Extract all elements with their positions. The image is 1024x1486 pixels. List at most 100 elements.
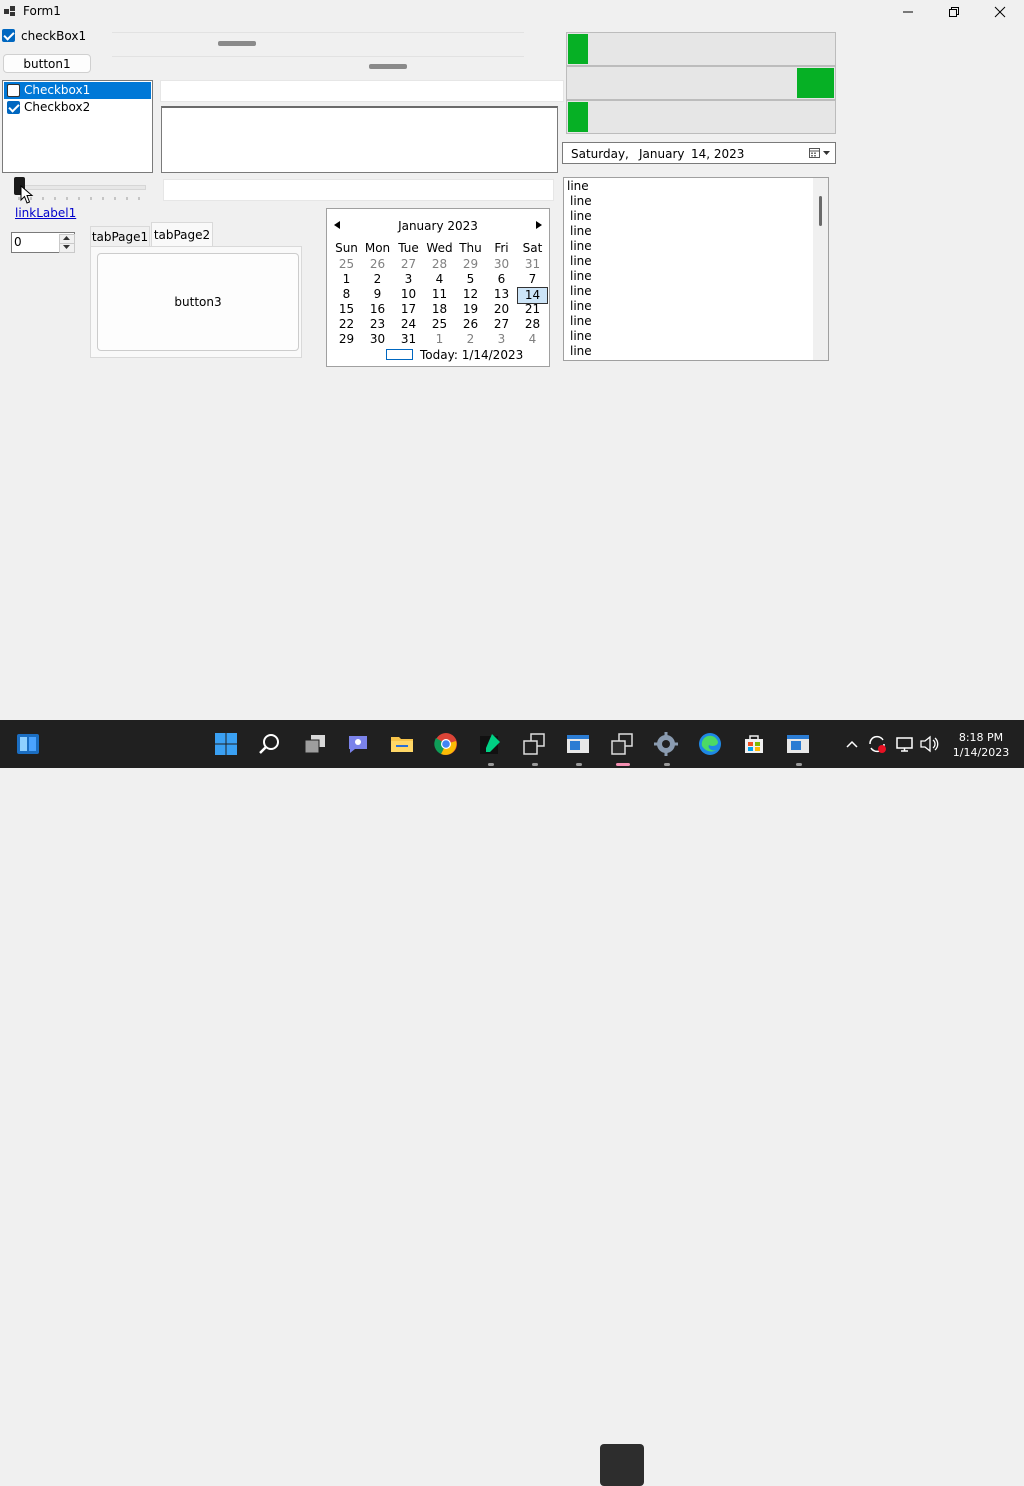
list-item[interactable]: line	[570, 284, 592, 299]
calendar-day[interactable]: 20	[486, 302, 517, 317]
calendar-day[interactable]: 30	[486, 257, 517, 272]
checkbox1[interactable]: checkBox1	[2, 29, 86, 43]
active-app-icon[interactable]	[610, 732, 634, 756]
teams-chat-icon[interactable]	[346, 732, 370, 756]
app-icon[interactable]	[786, 732, 810, 756]
hscrollbar-2-track[interactable]	[112, 56, 524, 57]
list-scrollbar-thumb[interactable]	[819, 196, 822, 226]
numeric-down-button[interactable]	[59, 243, 75, 253]
list-item[interactable]: line	[570, 194, 592, 209]
task-view-icon[interactable]	[303, 732, 327, 756]
checked-list-item-1-box[interactable]	[7, 84, 20, 97]
tab-page2[interactable]: tabPage2	[151, 222, 213, 246]
calendar-day[interactable]: 25	[331, 257, 362, 272]
calendar-day[interactable]: 17	[393, 302, 424, 317]
calendar-day[interactable]: 28	[424, 257, 455, 272]
hscrollbar-2-thumb[interactable]	[369, 64, 407, 69]
calendar-day[interactable]: 15	[331, 302, 362, 317]
calendar-day[interactable]: 7	[517, 272, 548, 287]
calendar-day[interactable]: 29	[455, 257, 486, 272]
calendar-day[interactable]: 28	[517, 317, 548, 332]
list-scrollbar[interactable]	[813, 178, 828, 360]
list-item[interactable]: line	[570, 344, 592, 359]
chevron-up-icon[interactable]	[842, 732, 862, 756]
calendar-day[interactable]: 1	[331, 272, 362, 287]
calendar-day[interactable]: 1	[424, 332, 455, 347]
calendar-today[interactable]: Today: 1/14/2023	[420, 348, 523, 362]
calendar-day[interactable]: 26	[362, 257, 393, 272]
app-window-icon[interactable]	[522, 732, 546, 756]
calendar-day[interactable]: 27	[393, 257, 424, 272]
list-item[interactable]: line	[570, 329, 592, 344]
date-time-picker[interactable]: Saturday , January 14, 2023	[562, 142, 836, 164]
store-icon[interactable]	[742, 732, 766, 756]
chrome-icon[interactable]	[434, 732, 458, 756]
calendar-day[interactable]: 6	[486, 272, 517, 287]
form-app-icon[interactable]	[566, 732, 590, 756]
month-calendar[interactable]: January 2023 Sun Mon Tue Wed Thu Fri Sat…	[326, 208, 550, 367]
calendar-day[interactable]: 31	[517, 257, 548, 272]
calendar-day[interactable]: 23	[362, 317, 393, 332]
button3[interactable]: button3	[97, 253, 299, 351]
calendar-day[interactable]: 19	[455, 302, 486, 317]
calendar-day[interactable]: 22	[331, 317, 362, 332]
calendar-day[interactable]: 24	[393, 317, 424, 332]
volume-icon[interactable]	[918, 732, 940, 756]
calendar-day[interactable]: 27	[486, 317, 517, 332]
list-item[interactable]: line	[570, 224, 592, 239]
list-item[interactable]: line	[567, 179, 589, 194]
calendar-day[interactable]: 2	[455, 332, 486, 347]
list-item[interactable]: line	[570, 299, 592, 314]
network-icon[interactable]	[894, 732, 916, 756]
widgets-icon[interactable]	[16, 732, 40, 756]
search-icon[interactable]	[258, 732, 282, 756]
close-button[interactable]	[977, 0, 1023, 23]
checked-list-item-2[interactable]: Checkbox2	[4, 100, 151, 117]
minimize-button[interactable]	[885, 0, 931, 23]
checked-list-item-2-box[interactable]	[7, 101, 20, 114]
list-box[interactable]: line line line line line line line line …	[563, 177, 829, 361]
numeric-updown[interactable]: 0	[11, 232, 75, 253]
calendar-day[interactable]: 5	[455, 272, 486, 287]
calendar-day[interactable]: 26	[455, 317, 486, 332]
taskbar-clock[interactable]: 8:18 PM 1/14/2023	[945, 730, 1017, 760]
calendar-title[interactable]: January 2023	[327, 219, 549, 233]
notepad-icon[interactable]	[478, 732, 502, 756]
link-label[interactable]: linkLabel1	[15, 206, 76, 220]
settings-icon[interactable]	[654, 732, 678, 756]
list-item[interactable]: line	[570, 269, 592, 284]
checked-list-item-1[interactable]: Checkbox1	[4, 82, 151, 99]
calendar-day[interactable]: 30	[362, 332, 393, 347]
calendar-day[interactable]: 25	[424, 317, 455, 332]
title-bar[interactable]: Form1	[0, 0, 1024, 23]
date-picker-dropdown-button[interactable]	[807, 145, 833, 161]
textbox2[interactable]	[163, 179, 554, 201]
calendar-day[interactable]: 4	[424, 272, 455, 287]
list-item[interactable]: line	[570, 209, 592, 224]
hscrollbar-1-thumb[interactable]	[218, 41, 256, 46]
list-item[interactable]: line	[570, 314, 592, 329]
calendar-next-icon[interactable]	[536, 221, 542, 229]
textbox1[interactable]	[160, 80, 564, 102]
calendar-day[interactable]: 31	[393, 332, 424, 347]
hscrollbar-1-track[interactable]	[112, 32, 524, 33]
calendar-day[interactable]: 3	[393, 272, 424, 287]
calendar-day[interactable]: 29	[331, 332, 362, 347]
tab-page1[interactable]: tabPage1	[90, 226, 150, 246]
list-item[interactable]: line	[570, 239, 592, 254]
list-item[interactable]: line	[570, 254, 592, 269]
file-explorer-icon[interactable]	[390, 732, 414, 756]
calendar-day[interactable]: 21	[517, 302, 548, 317]
start-icon[interactable]	[214, 732, 238, 756]
calendar-day[interactable]: 4	[517, 332, 548, 347]
calendar-day[interactable]: 18	[424, 302, 455, 317]
checkbox1-box[interactable]	[2, 29, 15, 42]
checked-list-box[interactable]: Checkbox1 Checkbox2	[2, 80, 153, 173]
calendar-day[interactable]: 3	[486, 332, 517, 347]
button1[interactable]: button1	[3, 54, 91, 73]
edge-icon[interactable]	[698, 732, 722, 756]
sync-icon[interactable]	[866, 732, 888, 756]
calendar-day[interactable]: 2	[362, 272, 393, 287]
restore-button[interactable]	[931, 0, 977, 23]
calendar-day[interactable]: 16	[362, 302, 393, 317]
